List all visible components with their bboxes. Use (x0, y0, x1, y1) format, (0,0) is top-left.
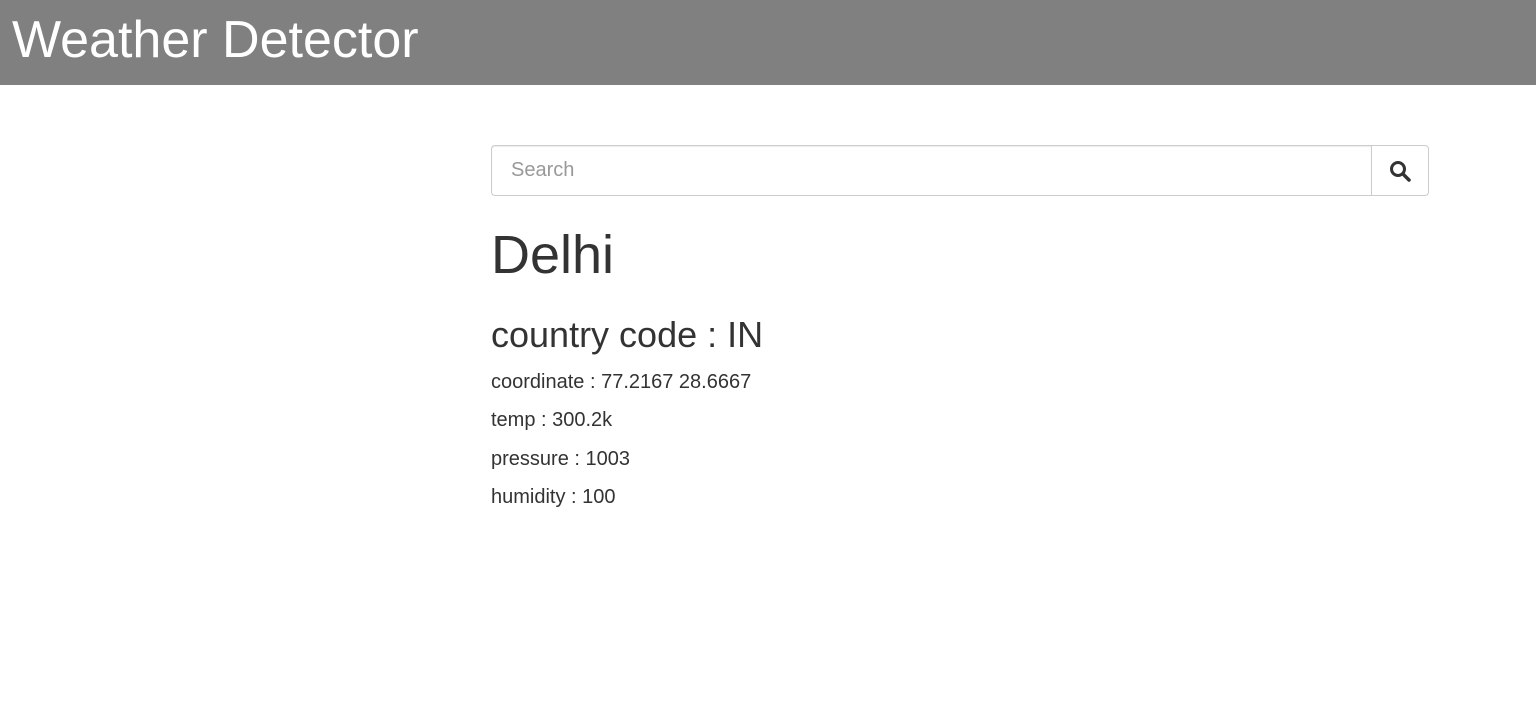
search-input[interactable] (491, 145, 1371, 196)
temp-text: temp : 300.2k (491, 409, 613, 431)
search-icon (1390, 160, 1411, 182)
app-header: Weather Detector (0, 0, 1536, 85)
search-button[interactable] (1371, 145, 1429, 196)
pressure-text: pressure : 1003 (491, 448, 630, 470)
city-name: Delhi (491, 225, 615, 285)
search-group (491, 145, 1429, 196)
app-title: Weather Detector (12, 11, 419, 69)
country-code: country code : IN (491, 314, 764, 355)
humidity-text: humidity : 100 (491, 486, 616, 508)
coordinate-text: coordinate : 77.2167 28.6667 (491, 371, 752, 393)
